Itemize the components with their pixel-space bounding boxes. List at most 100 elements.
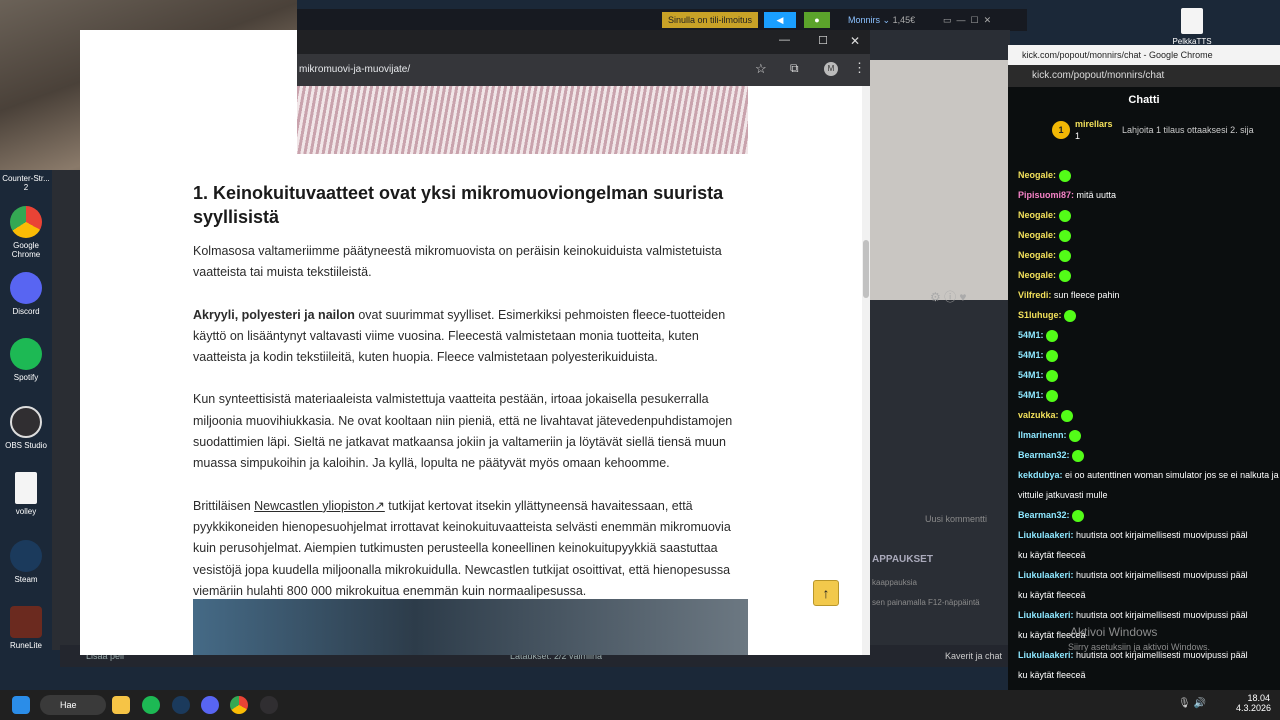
spotify-taskbar-icon[interactable] bbox=[142, 696, 160, 714]
account-notice-button[interactable]: Sinulla on tili-ilmoitus bbox=[662, 12, 759, 28]
chat-username[interactable]: Liukulaakeri: bbox=[1018, 610, 1074, 620]
taskbar-search[interactable]: Hae bbox=[40, 695, 106, 715]
close-button[interactable]: ✕ bbox=[850, 34, 860, 48]
chat-username[interactable]: Liukulaakeri: bbox=[1018, 530, 1074, 540]
screenshots-hint: sen painamalla F12-näppäintä bbox=[872, 598, 980, 607]
chat-text: ku käytät fleeceä bbox=[1018, 670, 1086, 680]
chat-username[interactable]: valzukka: bbox=[1018, 410, 1059, 420]
scrollbar[interactable] bbox=[862, 86, 870, 655]
chat-message: Neogale: bbox=[1008, 265, 1280, 285]
file-explorer-icon[interactable] bbox=[112, 696, 130, 714]
desktop-icon-obs[interactable]: OBS Studio bbox=[2, 406, 50, 450]
steam-user-menu[interactable]: Monnirs ⌄ 1,45€ bbox=[842, 12, 921, 28]
chat-message: valzukka: bbox=[1008, 405, 1280, 425]
obs-taskbar-icon[interactable] bbox=[260, 696, 278, 714]
desktop-icon-discord[interactable]: Discord bbox=[2, 272, 50, 316]
chat-text: huutista oot kirjaimellisesti muovipussi… bbox=[1076, 570, 1248, 580]
chat-message: Neogale: bbox=[1008, 245, 1280, 265]
clock[interactable]: 18.04 4.3.2026 bbox=[1236, 693, 1272, 713]
chat-message: ku käytät fleeceä bbox=[1008, 585, 1280, 605]
discord-taskbar-icon[interactable] bbox=[201, 696, 219, 714]
emote-icon bbox=[1058, 269, 1071, 282]
chat-username[interactable]: Neogale: bbox=[1018, 250, 1056, 260]
taskbar: Hae 🎙 🔊 18.04 4.3.2026 bbox=[0, 690, 1280, 720]
pinned-user[interactable]: mirellars bbox=[1075, 119, 1113, 129]
chat-window-title: kick.com/popout/monnirs/chat - Google Ch… bbox=[1008, 45, 1280, 65]
chat-username[interactable]: Vilfredi: bbox=[1018, 290, 1051, 300]
article-image-bottom bbox=[193, 599, 748, 655]
browser-window: — ☐ ✕ mikromuovi-ja-muovijate/ ☆ ⧉ M ⋮ 1… bbox=[80, 30, 870, 655]
start-icon[interactable] bbox=[12, 696, 30, 714]
chat-username[interactable]: Ilmarinenn: bbox=[1018, 430, 1067, 440]
chat-username[interactable]: Pipisuomi87: bbox=[1018, 190, 1074, 200]
paragraph-4-start: Brittiläisen bbox=[193, 498, 255, 513]
emote-icon bbox=[1046, 369, 1059, 382]
chat-username[interactable]: 54M1: bbox=[1018, 350, 1044, 360]
minimize-button[interactable]: — bbox=[779, 34, 790, 46]
clock-date: 4.3.2026 bbox=[1236, 703, 1272, 713]
desktop-icon-volley[interactable]: volley bbox=[2, 472, 50, 516]
address-bar[interactable]: mikromuovi-ja-muovijate/ ☆ ⧉ M ⋮ bbox=[297, 54, 870, 86]
chat-username[interactable]: Neogale: bbox=[1018, 230, 1056, 240]
chat-username[interactable]: Neogale: bbox=[1018, 270, 1056, 280]
emote-icon bbox=[1058, 249, 1071, 262]
chat-username[interactable]: 54M1: bbox=[1018, 330, 1044, 340]
chat-url[interactable]: kick.com/popout/monnirs/chat bbox=[1008, 65, 1280, 87]
system-tray-icons[interactable]: 🎙 🔊 bbox=[1178, 698, 1206, 709]
desktop-icon-counter-strike[interactable]: Counter-Str... 2 bbox=[2, 174, 50, 192]
chat-text: ei oo autenttinen woman simulator jos se… bbox=[1065, 470, 1279, 480]
article: 1. Keinokuituvaatteet ovat yksi mikromuo… bbox=[193, 181, 748, 623]
bell-icon[interactable]: ● bbox=[804, 12, 830, 28]
chat-message: Neogale: bbox=[1008, 165, 1280, 185]
chat-username[interactable]: 54M1: bbox=[1018, 370, 1044, 380]
chat-message: Liukulaakeri: huutista oot kirjaimellise… bbox=[1008, 565, 1280, 585]
chat-message: Bearman32: bbox=[1008, 505, 1280, 525]
desktop-icon-pelkkatts[interactable]: PelkkaTTS bbox=[1168, 8, 1216, 46]
steam-taskbar-icon[interactable] bbox=[172, 696, 190, 714]
page-content: 1. Keinokuituvaatteet ovat yksi mikromuo… bbox=[80, 86, 862, 655]
window-controls[interactable]: ▭ — ☐ ✕ bbox=[937, 12, 997, 28]
paragraph-3: Kun synteettisistä materiaaleista valmis… bbox=[193, 392, 733, 471]
chat-username[interactable]: Bearman32: bbox=[1018, 450, 1070, 460]
emote-icon bbox=[1058, 209, 1071, 222]
gift-info: Lahjoita 1 tilaus ottaaksesi 2. sija bbox=[1122, 125, 1254, 135]
desktop-icon-runelite[interactable]: RuneLite bbox=[2, 606, 50, 650]
chat-message: Vilfredi: sun fleece pahin bbox=[1008, 285, 1280, 305]
friends-chat-button[interactable]: Kaverit ja chat bbox=[945, 651, 1002, 661]
megaphone-icon[interactable]: ◀ bbox=[764, 12, 796, 28]
menu-icon[interactable]: ⋮ bbox=[853, 60, 866, 76]
chrome-icon bbox=[10, 206, 42, 238]
chat-message: 54M1: bbox=[1008, 365, 1280, 385]
bookmark-star-icon[interactable]: ☆ bbox=[755, 61, 767, 77]
screenshots-text: kaappauksia bbox=[872, 578, 917, 587]
profile-avatar[interactable]: M bbox=[824, 62, 838, 76]
chat-username[interactable]: Liukulaakeri: bbox=[1018, 650, 1074, 660]
maximize-button[interactable]: ☐ bbox=[818, 34, 828, 47]
steam-game-panel: ⚙ ⓘ ♥ Uusi kommentti APPAUKSET kaappauks… bbox=[870, 30, 1010, 660]
game-action-icons[interactable]: ⚙ ⓘ ♥ bbox=[930, 288, 967, 305]
scrollbar-thumb[interactable] bbox=[863, 240, 869, 298]
runelite-icon bbox=[10, 606, 42, 638]
chrome-shortcut-icon bbox=[1181, 8, 1203, 34]
desktop-icon-steam[interactable]: Steam bbox=[2, 540, 50, 584]
extensions-icon[interactable]: ⧉ bbox=[790, 61, 799, 76]
chat-username[interactable]: Liukulaakeri: bbox=[1018, 570, 1074, 580]
rank-badge: 1 bbox=[1052, 121, 1070, 139]
back-to-top-button[interactable]: ↑ bbox=[813, 580, 839, 606]
chat-username[interactable]: Neogale: bbox=[1018, 210, 1056, 220]
chat-username[interactable]: kekdubya: bbox=[1018, 470, 1063, 480]
chat-username[interactable]: Bearman32: bbox=[1018, 510, 1070, 520]
desktop-icon-chrome[interactable]: Google Chrome bbox=[2, 206, 50, 259]
desktop-icon-spotify[interactable]: Spotify bbox=[2, 338, 50, 382]
chat-username[interactable]: S1luhuge: bbox=[1018, 310, 1062, 320]
emote-icon bbox=[1064, 309, 1077, 322]
chat-window: kick.com/popout/monnirs/chat - Google Ch… bbox=[1008, 45, 1280, 700]
new-comment-button[interactable]: Uusi kommentti bbox=[925, 514, 987, 524]
chrome-taskbar-icon[interactable] bbox=[230, 696, 248, 714]
url-text[interactable]: mikromuovi-ja-muovijate/ bbox=[299, 64, 410, 75]
game-screenshot bbox=[870, 60, 1010, 300]
newcastle-link[interactable]: Newcastlen yliopiston↗ bbox=[254, 499, 385, 513]
chat-messages: Neogale: Pipisuomi87: mitä uutta Neogale:… bbox=[1008, 165, 1280, 705]
chat-username[interactable]: Neogale: bbox=[1018, 170, 1056, 180]
chat-username[interactable]: 54M1: bbox=[1018, 390, 1044, 400]
